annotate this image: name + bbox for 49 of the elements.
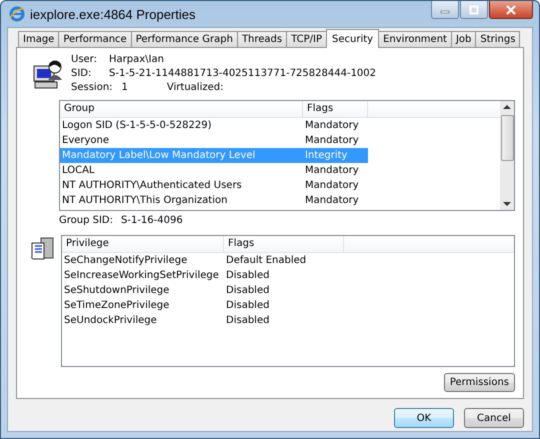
column-header[interactable]: Group (60, 100, 303, 117)
user-value: Harpax\Ian (109, 54, 165, 65)
tab[interactable]: Performance Graph (130, 31, 238, 47)
tab[interactable]: Environment (378, 31, 452, 47)
column-header[interactable]: Flags (224, 236, 344, 252)
user-label: User: (71, 54, 98, 65)
session-value: 1 (122, 82, 128, 93)
browser-logo-icon (9, 6, 25, 22)
session-label: Session: (71, 82, 113, 93)
privilege-row[interactable]: SeTimeZonePrivilege Disabled (62, 298, 514, 313)
group-row[interactable]: LOCAL Mandatory (60, 162, 500, 178)
tab[interactable]: Job (450, 31, 476, 47)
tab[interactable]: Security (326, 29, 380, 48)
column-header[interactable]: Privilege (62, 236, 224, 252)
permissions-button[interactable]: Permissions (444, 372, 515, 392)
group-sid-value: S-1-16-4096 (121, 214, 183, 228)
dialog-button[interactable]: Cancel (464, 408, 524, 428)
group-sid-label: Group SID: (59, 214, 113, 228)
tab[interactable]: Strings (475, 31, 520, 47)
close-button[interactable] (489, 1, 533, 19)
column-header[interactable]: Flags (303, 100, 368, 117)
tab[interactable]: Threads (236, 31, 288, 47)
virtualized-label: Virtualized: (166, 82, 224, 93)
tab[interactable]: TCP/IP (286, 31, 328, 47)
scroll-thumb[interactable] (500, 114, 514, 161)
group-row[interactable]: Logon SID (S-1-5-5-0-528229) Mandatory (60, 118, 500, 133)
privilege-row[interactable]: SeShutdownPrivilege Disabled (62, 282, 514, 298)
window-title: iexplore.exe:4864 Properties (30, 6, 196, 22)
sid-value: S-1-5-21-1144881713-4025113771-725828444-1002 (109, 68, 376, 79)
maximize-button[interactable] (460, 1, 488, 19)
tab[interactable]: Image (18, 31, 60, 47)
sid-label: SID: (71, 68, 92, 79)
close-icon (506, 4, 516, 14)
privilege-list[interactable]: Privilege Flags SeChangeNotifyPrivilege Default Enabled SeIncreaseWorkingSetPrivilege Disabled SeShutdownPrivilege Disabled SeTimeZonePrivilege Disabled SeUndockPrivilege Disabled (61, 234, 515, 367)
group-row[interactable]: Everyone Mandatory (60, 132, 500, 148)
maximize-icon (469, 4, 479, 14)
tab[interactable]: Performance (58, 31, 132, 47)
group-list[interactable] (59, 100, 515, 211)
privilege-row[interactable]: SeIncreaseWorkingSetPrivilege Disabled (62, 268, 514, 283)
group-row[interactable]: NT AUTHORITY\Authenticated Users Mandatory (60, 178, 500, 193)
scroll-down-icon[interactable] (503, 200, 511, 207)
privilege-row[interactable]: SeUndockPrivilege Disabled (62, 312, 514, 328)
scrollbar[interactable] (500, 100, 514, 210)
scroll-up-icon[interactable] (503, 104, 511, 110)
user-computer-icon (33, 58, 63, 90)
minimize-button[interactable] (431, 1, 459, 19)
privilege-row[interactable]: SeChangeNotifyPrivilege Default Enabled (62, 252, 514, 268)
group-row[interactable]: NT AUTHORITY\This Organization Mandatory (60, 192, 500, 208)
dialog-button[interactable]: OK (394, 408, 454, 428)
